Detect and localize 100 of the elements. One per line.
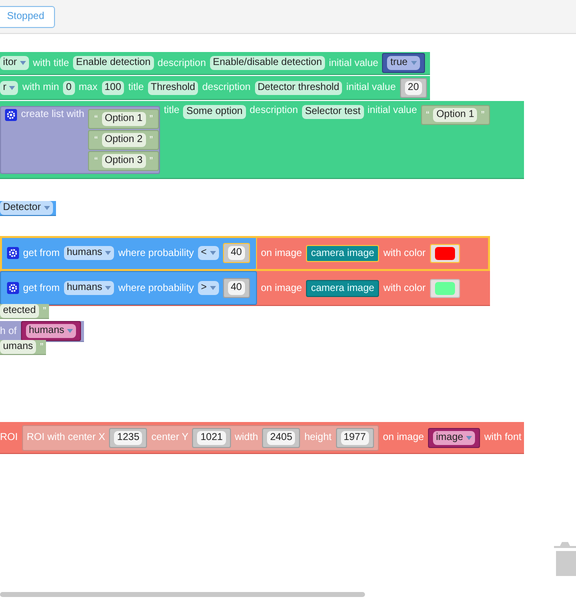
dropdown-field[interactable]: image <box>432 430 476 444</box>
block-label: ” <box>150 134 153 146</box>
value-block[interactable]: “ Option 1 ” <box>88 109 159 129</box>
block-field[interactable]: 40 <box>228 246 245 260</box>
value-block[interactable]: create list with “ Option 1 ” “ Option 2 ” “ Option 3 ” <box>0 106 160 174</box>
caret-icon <box>105 286 112 290</box>
block-field[interactable]: Some option <box>183 105 246 119</box>
caret-icon <box>210 251 216 255</box>
block-field[interactable]: Option 1 <box>433 108 478 122</box>
block-label: “ <box>426 110 430 120</box>
block-field[interactable]: 1977 <box>340 430 369 444</box>
caret-icon <box>20 61 26 65</box>
block-label: where probability <box>118 282 194 294</box>
block-label: with min <box>22 82 60 93</box>
value-block[interactable]: 40 <box>222 278 250 298</box>
block-field[interactable]: Option 3 <box>102 154 146 168</box>
block-label: “ <box>94 134 98 146</box>
block-field[interactable]: 2405 <box>267 430 296 444</box>
block-label: ” <box>150 156 153 166</box>
block-label: center Y <box>151 432 188 443</box>
color-swatch[interactable] <box>434 282 455 294</box>
block-label: ROI <box>0 432 18 443</box>
program-block[interactable]: get from humans where probability > 40 on image camera image with color <box>0 271 490 306</box>
block-label: ” <box>42 306 46 316</box>
block-field[interactable]: 0 <box>63 80 75 94</box>
gear-icon[interactable] <box>5 109 17 121</box>
block-field[interactable]: etected <box>0 304 39 318</box>
dropdown-field[interactable]: humans <box>26 324 76 338</box>
block-label: “ <box>94 156 98 166</box>
dropdown-field[interactable]: r <box>0 80 18 94</box>
gear-icon[interactable] <box>7 282 19 294</box>
value-block[interactable]: true <box>382 53 425 73</box>
trash-icon[interactable] <box>554 542 576 576</box>
block-field[interactable]: 100 <box>102 80 124 94</box>
block-label: with color <box>383 248 426 258</box>
block-label: on image <box>260 282 302 294</box>
block-label: ” <box>481 110 485 120</box>
block-field[interactable]: 1235 <box>114 430 142 444</box>
program-block[interactable]: r with min 0 max 100 title Threshold description Detector threshold initial value 20 <box>0 76 430 100</box>
block-label: height <box>304 432 332 443</box>
value-block[interactable]: 20 <box>400 78 427 98</box>
block-label: description <box>202 82 251 93</box>
dropdown-field[interactable]: < <box>198 246 219 260</box>
scrollbar-thumb[interactable] <box>0 592 365 597</box>
program-block[interactable]: etected ” <box>0 304 50 319</box>
value-block[interactable]: get from humans where probability < 40 <box>0 236 257 270</box>
block-field[interactable]: 1021 <box>197 430 226 444</box>
color-swatch[interactable] <box>434 246 455 260</box>
program-block[interactable]: ROI ROI with center X 1235 center Y 1021 width 2405 height 1977 on image image with font <box>0 422 524 454</box>
caret-icon <box>210 286 216 290</box>
block-field[interactable]: Enable/disable detection <box>210 56 325 70</box>
program-block[interactable]: itor with title Enable detection description Enable/disable detection initial value true <box>0 52 430 75</box>
block-label: with font <box>484 432 522 443</box>
value-block[interactable] <box>430 244 460 262</box>
value-block[interactable]: “ Option 2 ” <box>88 130 159 150</box>
value-block[interactable]: get from humans where probability > 40 <box>0 271 257 305</box>
block-label: description <box>158 58 206 68</box>
block-field[interactable]: 40 <box>228 281 245 295</box>
program-block[interactable]: create list with “ Option 1 ” “ Option 2 ” “ Option 3 ” title Some option description Selector test initial value “ Option 1 ” <box>0 101 524 179</box>
dropdown-field[interactable]: humans <box>64 281 114 295</box>
block-field[interactable]: Option 1 <box>102 112 146 126</box>
caret-icon <box>105 251 112 255</box>
value-block[interactable]: 1235 <box>109 428 148 448</box>
block-field[interactable]: Selector test <box>302 105 364 119</box>
value-block[interactable] <box>430 278 460 298</box>
block-label: ROI with center X <box>26 432 106 443</box>
block-field[interactable]: Detector threshold <box>254 80 342 94</box>
block-label: ” <box>40 342 44 352</box>
block-field[interactable]: Enable detection <box>73 56 154 70</box>
dropdown-field[interactable]: humans <box>64 246 114 260</box>
value-block[interactable]: humans <box>20 321 82 341</box>
block-label: where probability <box>118 248 194 258</box>
block-label: ” <box>150 114 153 124</box>
program-block[interactable]: umans ” <box>0 340 46 355</box>
dropdown-field[interactable]: itor <box>0 56 29 70</box>
gear-icon[interactable] <box>7 247 19 259</box>
value-block[interactable]: “ Option 3 ” <box>88 151 159 171</box>
block-field[interactable]: Option 2 <box>102 133 146 147</box>
caret-icon <box>466 436 472 440</box>
block-field[interactable]: 20 <box>404 80 422 94</box>
block-label: initial value <box>346 82 396 93</box>
value-block[interactable]: 40 <box>222 243 250 263</box>
value-block[interactable]: ROI with center X 1235 center Y 1021 width 2405 height 1977 <box>22 424 379 450</box>
value-block[interactable]: camera image <box>306 280 380 296</box>
block-field[interactable]: Threshold <box>148 80 198 94</box>
value-block[interactable]: 2405 <box>262 428 300 448</box>
block-label: width <box>234 432 258 443</box>
value-block[interactable]: camera image <box>306 244 380 262</box>
caret-icon <box>410 61 417 65</box>
value-block[interactable]: 1021 <box>192 428 231 448</box>
block-field[interactable]: umans <box>0 340 36 354</box>
dropdown-field[interactable]: true <box>387 56 420 70</box>
caret-icon <box>9 86 16 90</box>
value-block[interactable]: image <box>428 428 480 448</box>
program-block[interactable]: h of humans <box>0 321 84 342</box>
value-block[interactable]: “ Option 1 ” <box>421 105 490 125</box>
block-label: on image <box>382 432 424 443</box>
program-block[interactable]: get from humans where probability < 40 on image camera image with color <box>0 236 490 271</box>
value-block[interactable]: 1977 <box>336 428 374 448</box>
dropdown-field[interactable]: > <box>198 281 219 295</box>
